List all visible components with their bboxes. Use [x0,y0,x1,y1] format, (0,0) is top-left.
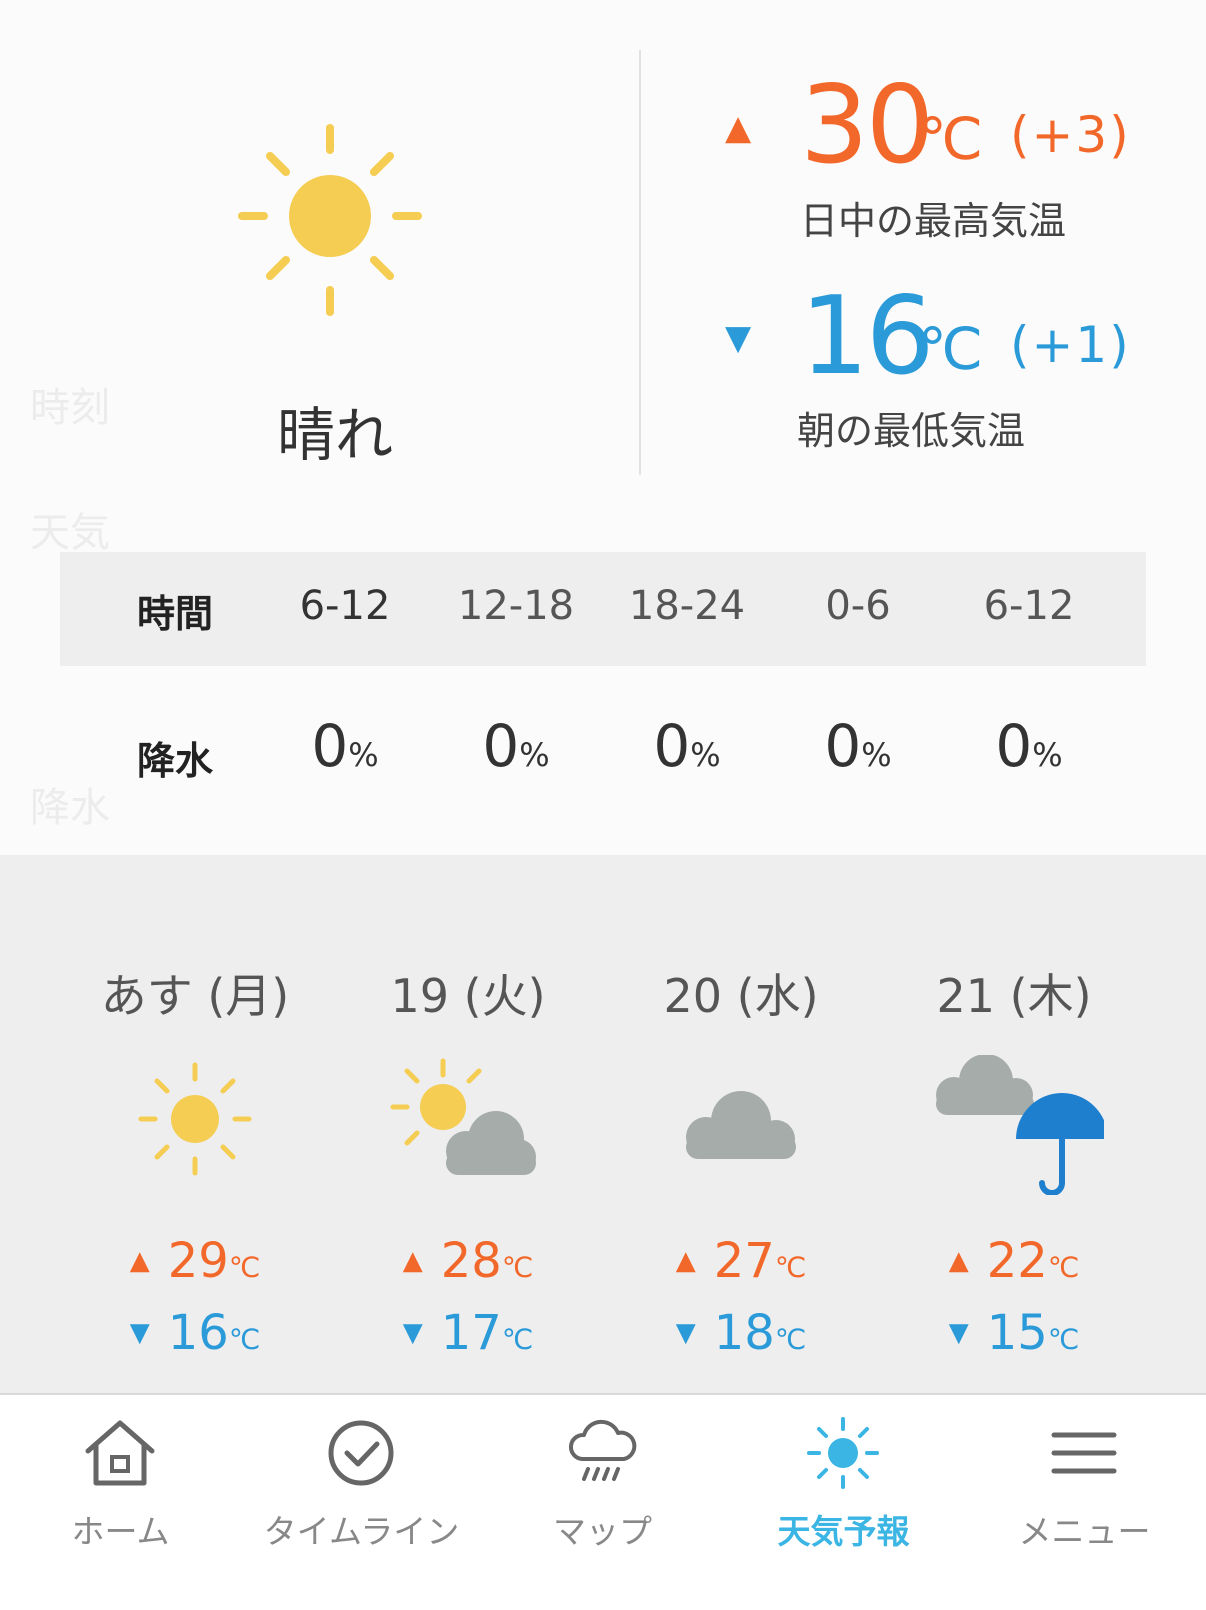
tab-menu[interactable]: メニュー [964,1395,1205,1610]
home-icon [85,1420,155,1486]
period-cell: 6-12 [983,583,1075,629]
day-low: ▼ 17℃ [402,1305,534,1361]
tab-home[interactable]: ホーム [0,1395,241,1610]
period-cell: 18-24 [628,583,746,629]
day-high: ▲ 28℃ [402,1233,534,1289]
tab-bar: ホーム タイムライン マップ 天気予報 メニュー [0,1393,1206,1610]
forecast-day[interactable]: 21 (木) ▲ 22℃ ▼ 15℃ [879,855,1149,1393]
day-high: ▲ 22℃ [948,1233,1080,1289]
tab-label: マップ [553,1512,652,1551]
down-arrow-icon: ▼ [725,318,752,358]
today-high-caption: 日中の最高気温 [800,199,1067,243]
down-arrow-icon: ▼ [948,1318,969,1348]
day-label: 20 (水) [663,969,819,1023]
precip-cell: 0% [995,712,1063,780]
day-label: あす (月) [100,969,290,1023]
precip-cell: 0% [653,712,721,780]
day-low: ▼ 16℃ [129,1305,261,1361]
down-arrow-icon: ▼ [129,1318,150,1348]
today-high-value: 30 [800,63,934,188]
tab-map[interactable]: マップ [482,1395,723,1610]
up-arrow-icon: ▲ [725,108,752,148]
period-cell: 12-18 [457,583,575,629]
check-circle-icon [328,1420,394,1486]
rain-cloud-icon [569,1419,637,1481]
day-low: ▼ 15℃ [948,1305,1080,1361]
up-arrow-icon: ▲ [948,1246,969,1276]
time-header-label: 時間 [136,592,213,636]
divider [639,50,641,475]
precip-cell: 0% [482,712,550,780]
day-low: ▼ 18℃ [675,1305,807,1361]
today-high-unit: ℃ [918,105,984,173]
cloud-icon [686,1091,796,1159]
day-label: 21 (木) [936,969,1092,1023]
up-arrow-icon: ▲ [129,1246,150,1276]
today-low-unit: ℃ [918,315,984,383]
ghost-row-label: 天気 [30,510,110,556]
tab-label: ホーム [71,1512,170,1551]
today-panel: 時刻 天気 降水 晴れ ▲ 30 ℃ (+3) 日中の最高気温 ▼ 16 ℃ (… [0,0,1206,855]
period-cell: 0-6 [825,583,891,629]
sun-icon [138,1062,252,1176]
day-high: ▲ 27℃ [675,1233,807,1289]
tab-label: タイムライン [263,1512,460,1551]
ghost-row-label: 時刻 [30,385,110,431]
sun-cloud-icon [390,1058,536,1175]
cloud-umbrella-icon [936,1055,1104,1195]
today-condition: 晴れ [276,401,393,469]
sun-icon [238,124,422,316]
forecast-day[interactable]: 20 (水) ▲ 27℃ ▼ 18℃ [606,855,876,1393]
today-low-caption: 朝の最低気温 [797,409,1026,453]
today-low-diff: (+1) [1010,316,1131,374]
precip-cell: 0% [824,712,892,780]
tab-forecast[interactable]: 天気予報 [723,1395,964,1610]
hamburger-icon [1051,1432,1117,1474]
today-high-diff: (+3) [1010,106,1131,164]
today-low-value: 16 [800,274,934,399]
precip-row-label: 降水 [136,739,213,783]
period-cell: 6-12 [299,583,391,629]
up-arrow-icon: ▲ [675,1246,696,1276]
tab-label: メニュー [1018,1512,1151,1551]
precip-cell: 0% [311,712,379,780]
weekly-forecast: あす (月) ▲ 29℃ ▼ 16℃ 19 (火) ▲ 28℃ ▼ 17℃ 20… [0,855,1206,1393]
forecast-day[interactable]: 19 (火) ▲ 28℃ ▼ 17℃ [333,855,603,1393]
up-arrow-icon: ▲ [402,1246,423,1276]
sun-tab-icon [807,1417,879,1489]
tab-timeline[interactable]: タイムライン [241,1395,482,1610]
day-high: ▲ 29℃ [129,1233,261,1289]
forecast-day[interactable]: あす (月) ▲ 29℃ ▼ 16℃ [60,855,330,1393]
down-arrow-icon: ▼ [402,1318,423,1348]
down-arrow-icon: ▼ [675,1318,696,1348]
day-label: 19 (火) [390,969,546,1023]
tab-label: 天気予報 [777,1512,910,1551]
